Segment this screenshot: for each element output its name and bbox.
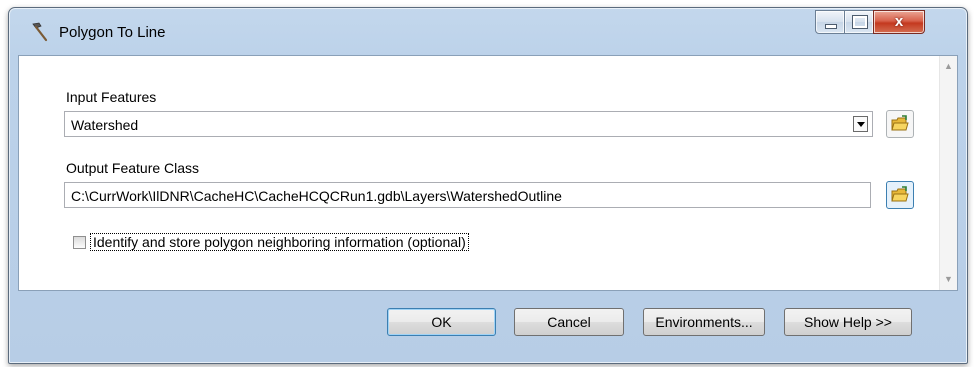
output-feature-class-value: C:\CurrWork\IlDNR\CacheHC\CacheHCQCRun1.… [71,188,562,204]
close-icon: x [894,13,904,30]
close-button[interactable]: x [873,10,925,34]
output-feature-class-label: Output Feature Class [66,160,200,176]
tool-dialog-window: Polygon To Line x Input Features Watersh… [8,7,968,364]
chevron-down-icon[interactable] [853,116,868,132]
hammer-icon [27,21,49,43]
output-feature-class-browse-button[interactable] [886,181,914,209]
show-help-button[interactable]: Show Help >> [784,308,912,336]
neighbor-info-label[interactable]: Identify and store polygon neighboring i… [90,233,469,251]
title-bar[interactable]: Polygon To Line x [9,8,967,54]
cancel-button[interactable]: Cancel [514,308,624,336]
maximize-button[interactable] [844,10,874,34]
window-title: Polygon To Line [59,24,166,41]
vertical-scrollbar[interactable]: ▲ ▼ [939,56,957,290]
ok-button[interactable]: OK [387,308,496,336]
neighbor-info-checkbox[interactable] [73,236,86,249]
input-features-value: Watershed [71,117,139,133]
minimize-button[interactable] [815,10,845,34]
input-features-label: Input Features [66,89,157,105]
folder-open-icon [891,186,909,202]
environments-button[interactable]: Environments... [643,308,765,336]
scroll-up-icon[interactable]: ▲ [940,58,957,75]
input-features-combo[interactable]: Watershed [64,111,873,137]
input-features-browse-button[interactable] [886,110,914,138]
output-feature-class-input[interactable]: C:\CurrWork\IlDNR\CacheHC\CacheHCQCRun1.… [64,182,871,208]
parameters-panel: Input Features Watershed Output Feature … [18,55,958,291]
scroll-down-icon[interactable]: ▼ [940,271,957,288]
folder-open-icon [891,115,909,131]
